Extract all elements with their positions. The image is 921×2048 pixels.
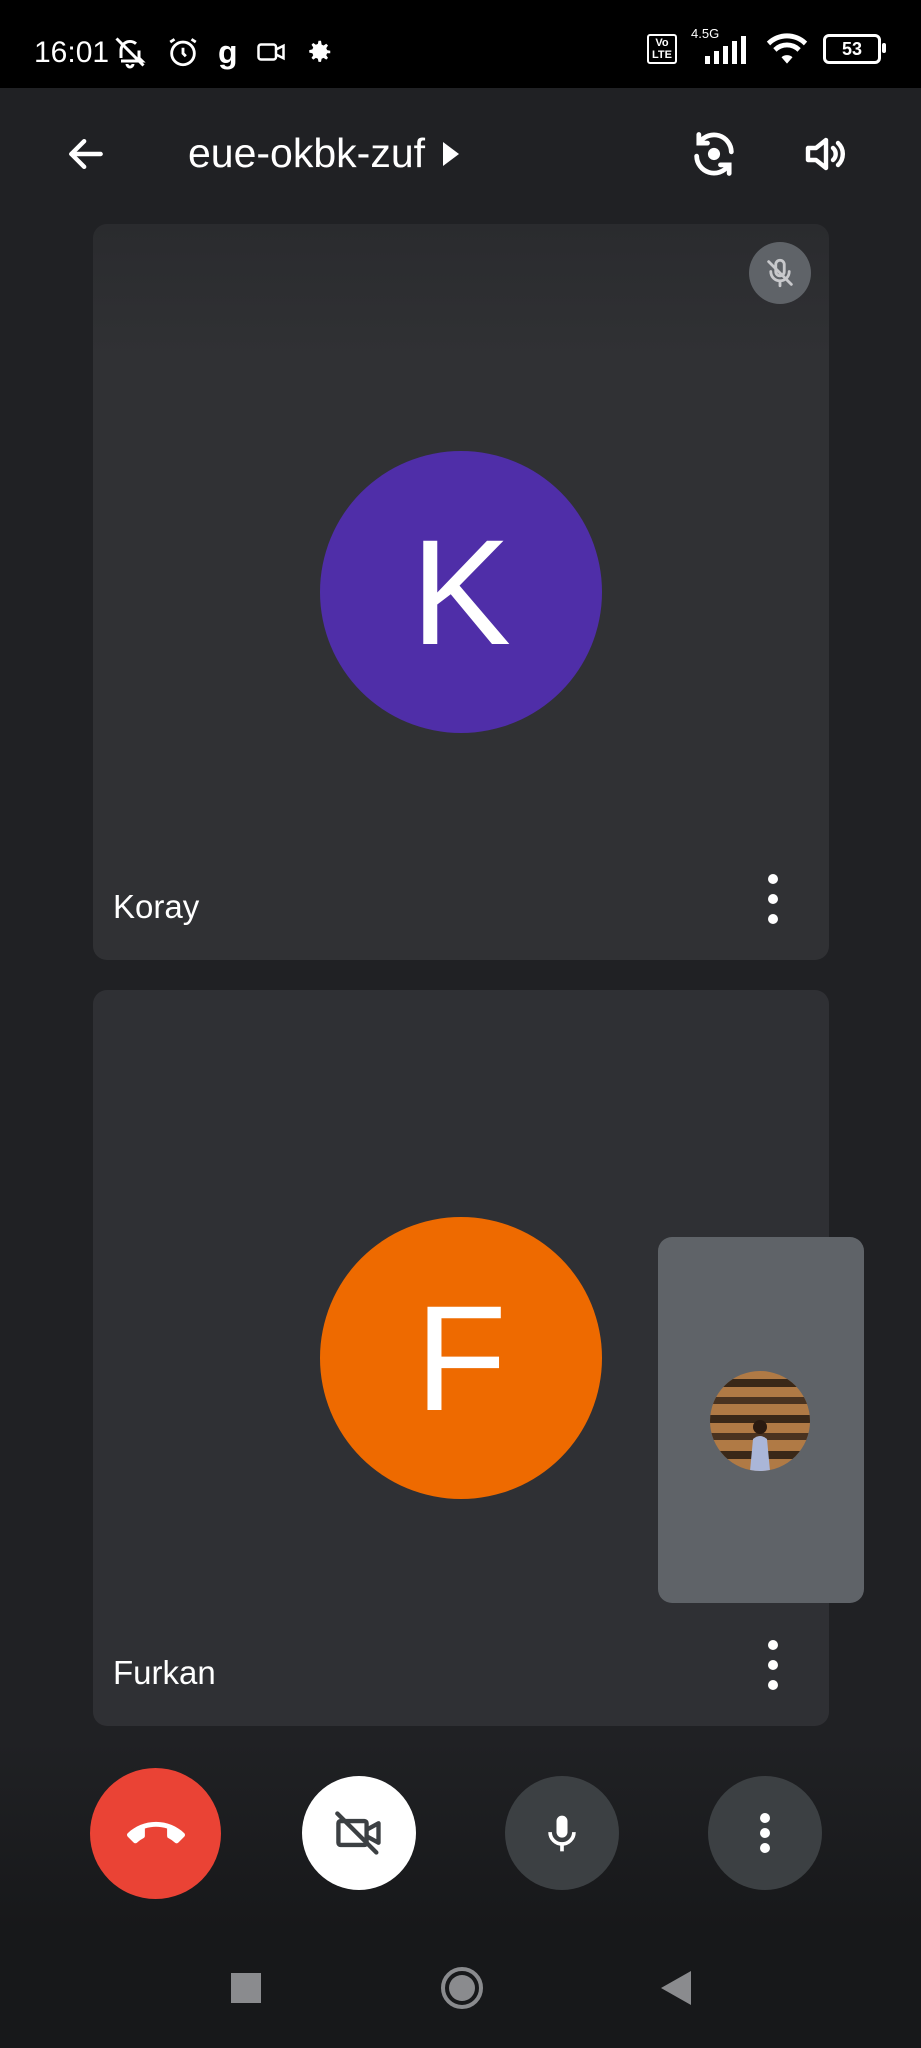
cell-signal-icon: 4.5G bbox=[691, 26, 751, 66]
g-app-icon: g bbox=[218, 34, 238, 70]
more-vert-icon bbox=[768, 1640, 778, 1650]
meeting-code: eue-okbk-zuf bbox=[188, 130, 426, 176]
microphone-toggle-button[interactable] bbox=[505, 1776, 619, 1890]
muted-badge bbox=[749, 242, 811, 304]
camera-off-icon bbox=[335, 1811, 381, 1855]
participant-tile[interactable]: K Koray bbox=[93, 224, 829, 960]
more-vert-icon bbox=[760, 1813, 770, 1853]
switch-camera-icon bbox=[694, 132, 734, 176]
bell-off-icon bbox=[115, 37, 146, 69]
status-bar: 16:01 g Vo LTE 4.5G 53 bbox=[0, 0, 921, 88]
participant-options-button[interactable] bbox=[755, 874, 791, 924]
speaker-icon bbox=[805, 137, 845, 171]
triangle-back-icon bbox=[661, 1971, 691, 2005]
home-button[interactable] bbox=[436, 1962, 488, 2014]
microphone-icon bbox=[548, 1815, 576, 1852]
circle-icon bbox=[441, 1967, 483, 2009]
battery-icon: 53 bbox=[823, 34, 886, 64]
camera-toggle-button[interactable] bbox=[302, 1776, 416, 1890]
arrow-left-icon bbox=[69, 138, 103, 170]
switch-camera-button[interactable] bbox=[684, 124, 744, 184]
avatar-initial: F bbox=[415, 1273, 507, 1442]
status-time: 16:01 bbox=[34, 36, 110, 69]
call-top-bar: eue-okbk-zuf bbox=[0, 88, 921, 218]
self-view-tile[interactable] bbox=[658, 1237, 864, 1603]
back-nav-button[interactable] bbox=[650, 1962, 702, 2014]
recents-button[interactable] bbox=[220, 1962, 272, 2014]
meeting-details-button[interactable]: eue-okbk-zuf bbox=[188, 130, 460, 177]
more-vert-icon bbox=[768, 874, 778, 884]
end-call-icon bbox=[126, 1821, 185, 1843]
volte-icon: Vo LTE bbox=[647, 34, 677, 64]
avatar: F bbox=[320, 1217, 602, 1499]
participant-name: Koray bbox=[113, 888, 200, 925]
participant-name: Furkan bbox=[113, 1654, 216, 1691]
wifi-icon bbox=[766, 33, 808, 64]
video-status-icon bbox=[256, 43, 285, 61]
self-profile-photo bbox=[710, 1371, 810, 1471]
avatar-initial: K bbox=[410, 507, 512, 676]
avatar: K bbox=[320, 451, 602, 733]
alarm-icon bbox=[169, 38, 197, 67]
back-button[interactable] bbox=[56, 124, 116, 184]
settings-gear-icon bbox=[308, 40, 330, 62]
more-options-button[interactable] bbox=[708, 1776, 822, 1890]
audio-output-button[interactable] bbox=[796, 124, 856, 184]
status-left-icons: g bbox=[112, 34, 334, 70]
caret-right-icon bbox=[443, 141, 460, 166]
square-icon bbox=[231, 1973, 261, 2003]
system-nav-bar bbox=[0, 1930, 921, 2048]
call-controls bbox=[0, 1740, 921, 1930]
status-right-icons: Vo LTE 4.5G 53 bbox=[647, 26, 886, 66]
participant-options-button[interactable] bbox=[755, 1640, 791, 1690]
end-call-button[interactable] bbox=[90, 1768, 221, 1899]
mic-off-icon bbox=[767, 258, 793, 288]
